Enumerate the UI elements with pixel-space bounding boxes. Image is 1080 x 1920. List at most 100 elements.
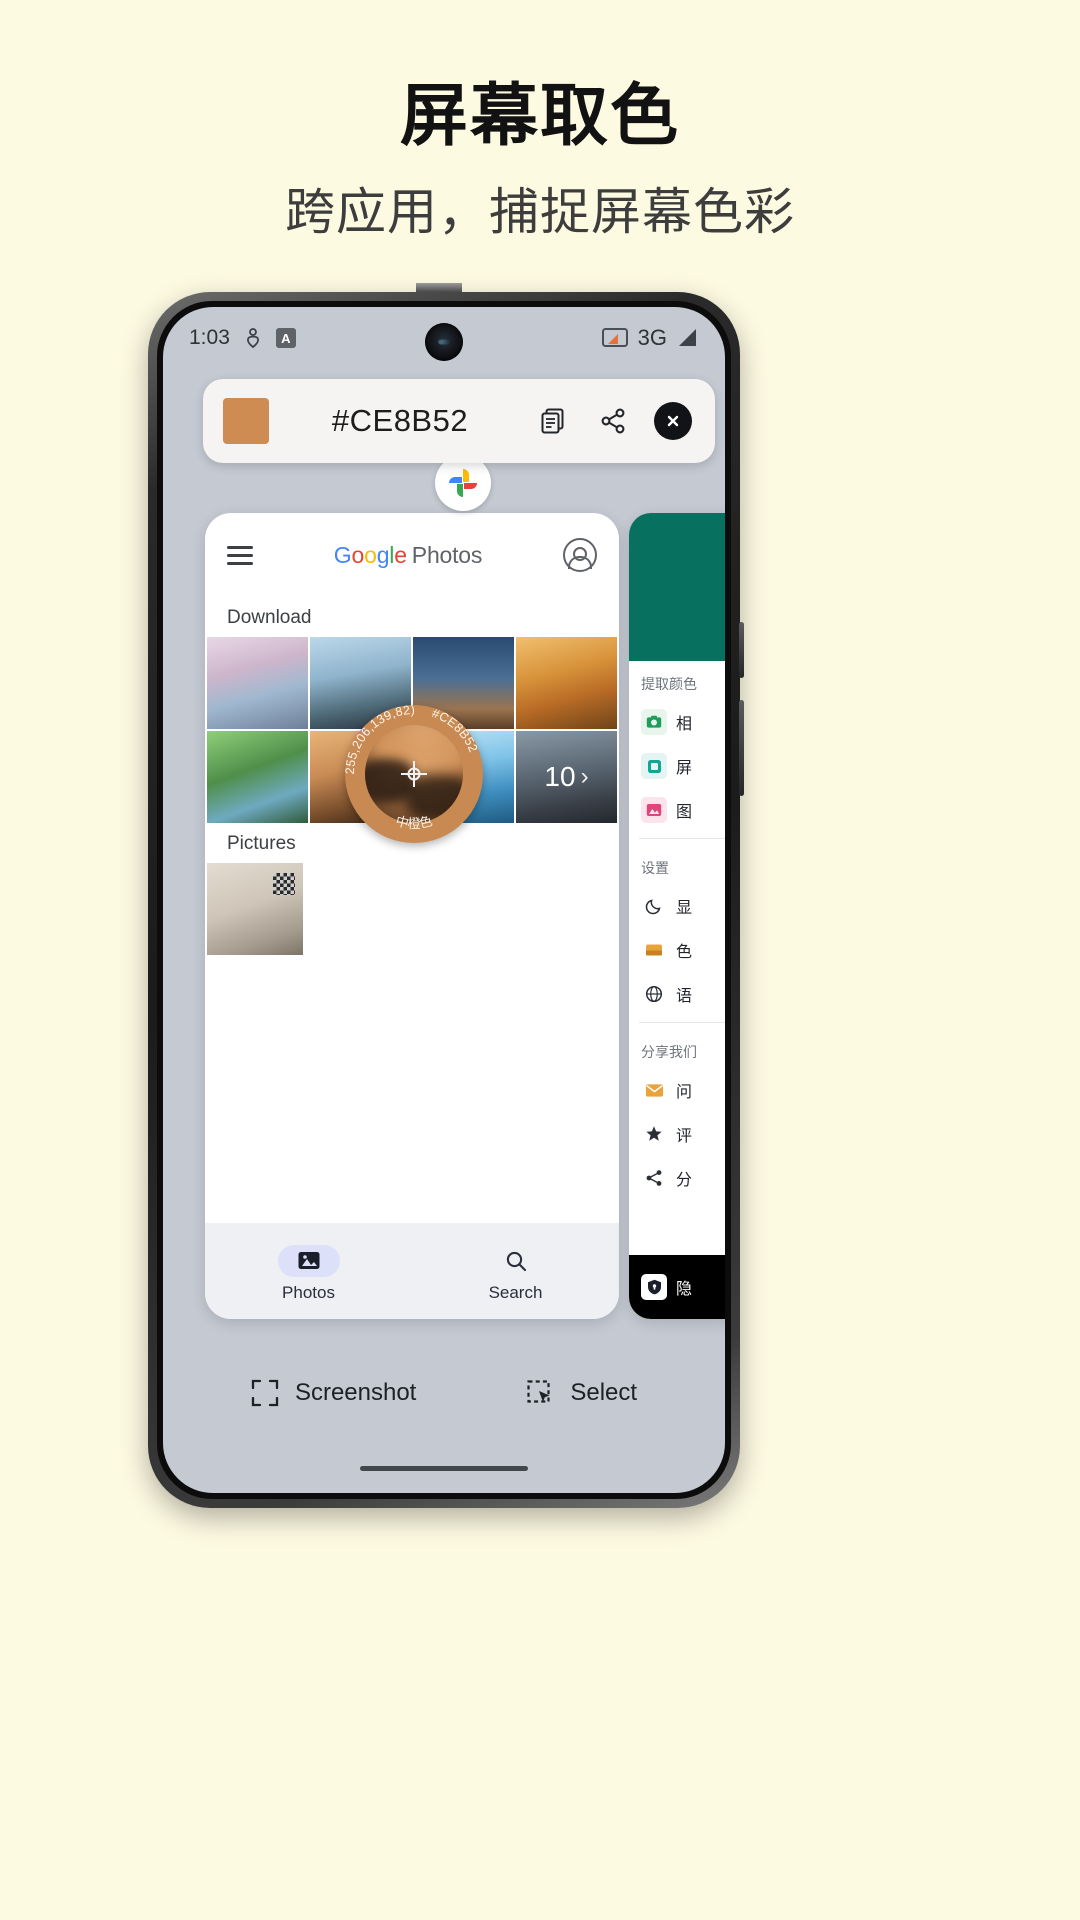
page-title: 屏幕取色 (0, 60, 1080, 159)
app-switcher-bubble[interactable] (435, 455, 491, 511)
drawer-item-label: 隐 (676, 1275, 692, 1299)
select-area-icon (526, 1379, 554, 1407)
loupe-rgba-label: (255,206,139,82) (345, 705, 415, 775)
copy-button[interactable] (531, 399, 575, 443)
drawer-item-label: 问 (676, 1078, 692, 1102)
close-button[interactable] (651, 399, 695, 443)
color-swatch (223, 398, 269, 444)
drawer-hero (629, 513, 725, 661)
divider (639, 838, 725, 839)
photo-icon (297, 1250, 321, 1272)
drawer-item-label: 色 (676, 938, 692, 962)
drawer-item-label: 分 (676, 1166, 692, 1190)
select-action[interactable]: Select (526, 1379, 637, 1407)
loupe-labels: (255,206,139,82) #CE8B52 中橙色 (345, 705, 483, 843)
nav-photos[interactable]: Photos (278, 1245, 340, 1303)
nav-label: Search (489, 1283, 543, 1303)
section-label-download: Download (205, 597, 619, 637)
photo-count: 10 (544, 761, 575, 793)
drawer-item-camera[interactable]: 相 (629, 700, 725, 744)
settings-drawer-window: 提取颜色 相 屏 (629, 513, 725, 1319)
drawer-item-privacy[interactable]: 隐 (629, 1255, 725, 1319)
drawer-item-rate[interactable]: 评 (629, 1112, 725, 1156)
share-icon (641, 1165, 667, 1191)
drawer-item-screen[interactable]: 屏 (629, 744, 725, 788)
star-icon (641, 1121, 667, 1147)
phone-bezel: 1:03 A 3G (157, 301, 731, 1499)
fullscreen-icon (251, 1379, 279, 1407)
drawer-item-language[interactable]: 语 (629, 972, 725, 1016)
palette-icon (641, 937, 667, 963)
list-item[interactable] (207, 731, 308, 823)
status-time: 1:03 (189, 326, 230, 350)
photos-word: Photos (412, 542, 482, 568)
page-subtitle: 跨应用，捕捉屏幕色彩 (0, 172, 1080, 244)
logo-letter: g (377, 542, 390, 568)
shield-icon (641, 1274, 667, 1300)
a-badge-icon: A (276, 328, 296, 348)
status-left: 1:03 A (189, 326, 296, 350)
google-photos-window: GooglePhotos Download (205, 513, 619, 1319)
loupe-colorname-label: 中橙色 (394, 813, 434, 831)
logo-letter: G (334, 542, 352, 568)
gesture-nav-bar[interactable] (360, 1466, 528, 1471)
list-item[interactable] (516, 637, 617, 729)
screen-icon (641, 753, 667, 779)
chevron-right-icon: › (581, 763, 589, 791)
drawer-item-label: 显 (676, 894, 692, 918)
screenshot-action[interactable]: Screenshot (251, 1379, 416, 1407)
account-icon[interactable] (563, 538, 597, 572)
drawer-item-color[interactable]: 色 (629, 928, 725, 972)
phone-power-button[interactable] (739, 622, 744, 678)
divider (639, 1022, 725, 1023)
nav-search[interactable]: Search (485, 1245, 547, 1303)
logo-letter: o (364, 542, 377, 568)
close-icon (654, 402, 692, 440)
color-magnifier-loupe: (255,206,139,82) #CE8B52 中橙色 (345, 705, 483, 843)
drawer-item-label: 相 (676, 710, 692, 734)
image-icon (641, 797, 667, 823)
nav-pill-photos (278, 1245, 340, 1277)
loupe-hex-label: #CE8B52 (430, 706, 480, 754)
phone-volume-button[interactable] (739, 700, 744, 796)
search-icon (504, 1249, 528, 1273)
language-icon (641, 981, 667, 1007)
phone-screen: 1:03 A 3G (163, 307, 725, 1493)
list-item[interactable] (207, 637, 308, 729)
nav-pill-search (485, 1245, 547, 1277)
drawer-item-label: 屏 (676, 754, 692, 778)
mail-icon (641, 1077, 667, 1103)
status-right: 3G (602, 325, 699, 351)
promo-page: 屏幕取色 跨应用，捕捉屏幕色彩 1:03 A (0, 0, 1080, 1920)
drawer-item-feedback[interactable]: 问 (629, 1068, 725, 1112)
list-item[interactable]: 10 › (516, 731, 617, 823)
checker-overlay (273, 873, 295, 895)
drawer-item-share[interactable]: 分 (629, 1156, 725, 1200)
drawer-item-label: 图 (676, 798, 692, 822)
heart-icon (244, 328, 262, 348)
network-label: 3G (638, 325, 667, 351)
cast-icon (602, 327, 628, 349)
hamburger-icon[interactable] (227, 541, 253, 570)
copy-icon (538, 406, 568, 436)
front-camera (425, 323, 463, 361)
drawer-group-header: 设置 (629, 845, 725, 884)
share-icon (599, 407, 627, 435)
capture-actions: Screenshot Select (163, 1379, 725, 1407)
share-button[interactable] (591, 399, 635, 443)
list-item[interactable] (207, 863, 303, 955)
drawer-item-image[interactable]: 图 (629, 788, 725, 832)
drawer-item-display[interactable]: 显 (629, 884, 725, 928)
phone-mockup: 1:03 A 3G (148, 292, 740, 1508)
photo-count-overlay: 10 › (516, 731, 617, 823)
phone-top-speaker (416, 283, 462, 292)
action-label: Select (570, 1379, 637, 1407)
logo-letter: o (352, 542, 365, 568)
hex-value[interactable]: #CE8B52 (285, 403, 515, 439)
nav-label: Photos (282, 1283, 335, 1303)
drawer-item-label: 语 (676, 982, 692, 1006)
photos-appbar: GooglePhotos (205, 513, 619, 597)
color-result-bar: #CE8B52 (203, 379, 715, 463)
signal-icon (677, 328, 699, 348)
camera-icon (641, 709, 667, 735)
